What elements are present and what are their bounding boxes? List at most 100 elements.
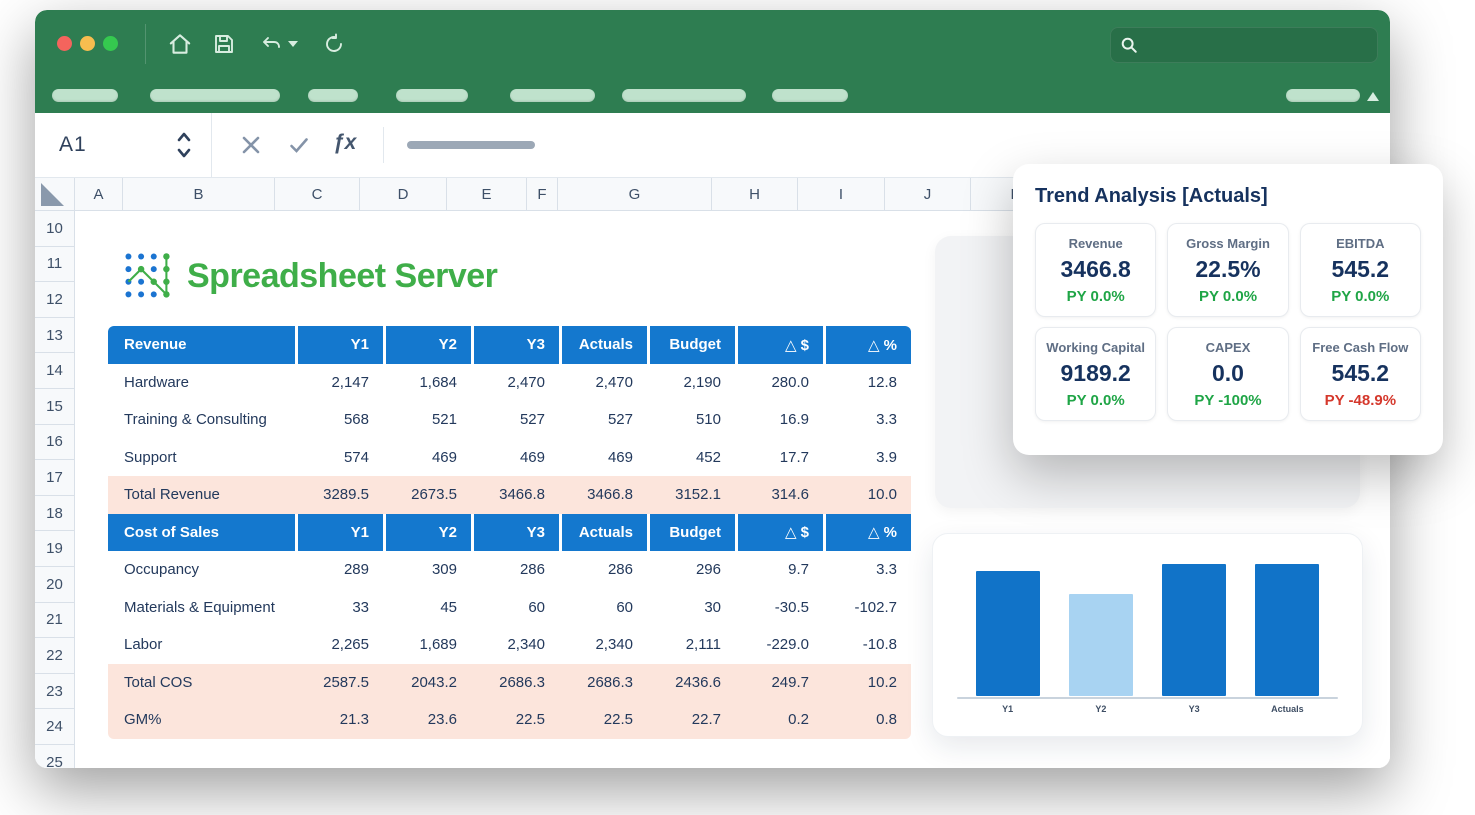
column-header-C[interactable]: C	[275, 178, 360, 211]
value-cell[interactable]: 3152.1	[647, 476, 735, 514]
row-header-12[interactable]: 12	[35, 282, 75, 318]
row-header-15[interactable]: 15	[35, 389, 75, 425]
value-cell[interactable]: 2043.2	[383, 664, 471, 702]
minimize-window-button[interactable]	[80, 36, 95, 51]
row-label-cell[interactable]: Support	[108, 439, 295, 477]
column-header-J[interactable]: J	[885, 178, 971, 211]
value-cell[interactable]: 22.7	[647, 701, 735, 739]
value-cell[interactable]: 33	[295, 589, 383, 627]
confirm-entry-button[interactable]	[283, 129, 315, 161]
value-cell[interactable]: 0.2	[735, 701, 823, 739]
value-cell[interactable]: 12.8	[823, 364, 911, 402]
value-cell[interactable]: 2,190	[647, 364, 735, 402]
value-cell[interactable]: Y3	[471, 326, 559, 364]
value-cell[interactable]: 521	[383, 401, 471, 439]
row-header-17[interactable]: 17	[35, 460, 75, 496]
value-cell[interactable]: 286	[559, 551, 647, 589]
name-box-spinner[interactable]	[175, 129, 193, 166]
home-button[interactable]	[163, 28, 197, 60]
value-cell[interactable]: 3466.8	[559, 476, 647, 514]
column-header-G[interactable]: G	[558, 178, 712, 211]
value-cell[interactable]: 17.7	[735, 439, 823, 477]
menu-item-4[interactable]	[396, 89, 468, 102]
row-label-cell[interactable]: Training & Consulting	[108, 401, 295, 439]
value-cell[interactable]: 0.8	[823, 701, 911, 739]
value-cell[interactable]: 22.5	[471, 701, 559, 739]
row-label-cell[interactable]: Total COS	[108, 664, 295, 702]
value-cell[interactable]: 9.7	[735, 551, 823, 589]
value-cell[interactable]: Y2	[383, 326, 471, 364]
section-title-cell[interactable]: Revenue	[108, 326, 295, 364]
row-header-14[interactable]: 14	[35, 353, 75, 389]
close-window-button[interactable]	[57, 36, 72, 51]
value-cell[interactable]: 10.0	[823, 476, 911, 514]
value-cell[interactable]: 249.7	[735, 664, 823, 702]
value-cell[interactable]: -30.5	[735, 589, 823, 627]
value-cell[interactable]: 2,340	[559, 626, 647, 664]
column-header-A[interactable]: A	[75, 178, 123, 211]
value-cell[interactable]: 1,684	[383, 364, 471, 402]
value-cell[interactable]: Y1	[295, 326, 383, 364]
value-cell[interactable]: 2,265	[295, 626, 383, 664]
row-label-cell[interactable]: GM%	[108, 701, 295, 739]
cancel-entry-button[interactable]	[235, 129, 267, 161]
value-cell[interactable]: 2686.3	[559, 664, 647, 702]
menu-item-6[interactable]	[622, 89, 746, 102]
value-cell[interactable]: -102.7	[823, 589, 911, 627]
value-cell[interactable]: 3466.8	[471, 476, 559, 514]
row-header-16[interactable]: 16	[35, 425, 75, 461]
value-cell[interactable]: Actuals	[559, 326, 647, 364]
refresh-button[interactable]	[317, 28, 351, 60]
name-box[interactable]: A1	[35, 113, 212, 177]
undo-dropdown-caret[interactable]	[288, 41, 298, 47]
column-header-E[interactable]: E	[447, 178, 527, 211]
value-cell[interactable]: 21.3	[295, 701, 383, 739]
row-label-cell[interactable]: Hardware	[108, 364, 295, 402]
value-cell[interactable]: 2587.5	[295, 664, 383, 702]
value-cell[interactable]: 2,470	[471, 364, 559, 402]
value-cell[interactable]: Y3	[471, 514, 559, 552]
row-header-21[interactable]: 21	[35, 603, 75, 639]
row-header-25[interactable]: 25	[35, 745, 75, 768]
value-cell[interactable]: Budget	[647, 514, 735, 552]
value-cell[interactable]: 510	[647, 401, 735, 439]
value-cell[interactable]: 314.6	[735, 476, 823, 514]
column-header-B[interactable]: B	[123, 178, 275, 211]
value-cell[interactable]: -229.0	[735, 626, 823, 664]
menu-item-7[interactable]	[772, 89, 848, 102]
value-cell[interactable]: 23.6	[383, 701, 471, 739]
row-header-24[interactable]: 24	[35, 709, 75, 745]
value-cell[interactable]: 469	[559, 439, 647, 477]
value-cell[interactable]: 3289.5	[295, 476, 383, 514]
value-cell[interactable]: 2686.3	[471, 664, 559, 702]
column-header-F[interactable]: F	[527, 178, 558, 211]
value-cell[interactable]: 280.0	[735, 364, 823, 402]
row-header-13[interactable]: 13	[35, 318, 75, 354]
collapse-ribbon-icon[interactable]	[1367, 92, 1379, 101]
value-cell[interactable]: 309	[383, 551, 471, 589]
value-cell[interactable]: 527	[559, 401, 647, 439]
ribbon-right-pill[interactable]	[1286, 89, 1360, 102]
search-box[interactable]	[1110, 27, 1378, 63]
value-cell[interactable]: 574	[295, 439, 383, 477]
row-label-cell[interactable]: Labor	[108, 626, 295, 664]
value-cell[interactable]: 3.3	[823, 551, 911, 589]
value-cell[interactable]: 3.3	[823, 401, 911, 439]
row-label-cell[interactable]: Materials & Equipment	[108, 589, 295, 627]
value-cell[interactable]: 286	[471, 551, 559, 589]
value-cell[interactable]: 3.9	[823, 439, 911, 477]
column-header-H[interactable]: H	[712, 178, 798, 211]
value-cell[interactable]: Y2	[383, 514, 471, 552]
save-button[interactable]	[207, 28, 241, 60]
value-cell[interactable]: 2,147	[295, 364, 383, 402]
value-cell[interactable]: 2673.5	[383, 476, 471, 514]
value-cell[interactable]: 22.5	[559, 701, 647, 739]
value-cell[interactable]: Actuals	[559, 514, 647, 552]
value-cell[interactable]: 30	[647, 589, 735, 627]
value-cell[interactable]: 568	[295, 401, 383, 439]
undo-button[interactable]	[255, 28, 303, 60]
value-cell[interactable]: △ %	[823, 514, 911, 552]
value-cell[interactable]: Budget	[647, 326, 735, 364]
row-header-11[interactable]: 11	[35, 247, 75, 283]
column-header-D[interactable]: D	[360, 178, 447, 211]
